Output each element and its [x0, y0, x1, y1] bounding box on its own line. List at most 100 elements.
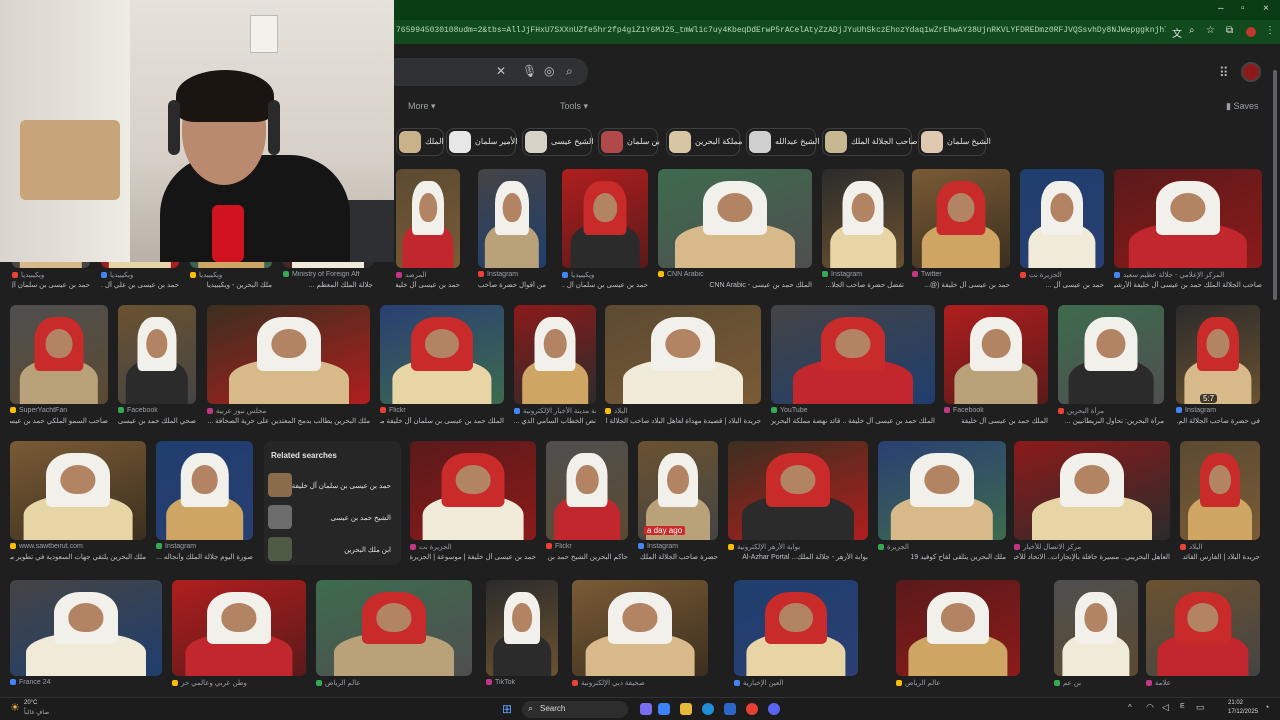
translate-icon[interactable]: 文 — [1172, 25, 1182, 40]
image-result[interactable] — [172, 580, 306, 676]
result-caption[interactable]: حاكم البحرين الشيخ حمد بن ... — [546, 553, 628, 561]
result-caption[interactable]: من أقوال حضرة صاحب ... — [478, 281, 546, 289]
image-result[interactable] — [1058, 305, 1164, 404]
search-icon[interactable]: ⌕ — [1189, 25, 1195, 36]
topic-chip[interactable]: مملكة البحرين — [666, 128, 742, 156]
image-result[interactable] — [728, 441, 868, 540]
image-result[interactable] — [478, 169, 546, 268]
image-result[interactable] — [822, 169, 904, 268]
edge-icon[interactable] — [702, 703, 714, 715]
menu-icon[interactable]: ⋮ — [1265, 25, 1275, 36]
result-source[interactable]: YouTube — [771, 407, 935, 414]
weather-temp[interactable]: 20°C — [24, 700, 37, 706]
image-result[interactable] — [10, 305, 108, 404]
result-caption[interactable]: حمد بن عيسى بن سلمان آل ... — [562, 281, 648, 289]
search-icon[interactable]: ⌕ — [566, 64, 573, 79]
topic-chip[interactable]: الأمير سلمان — [446, 128, 517, 156]
result-caption[interactable]: صحي الملك حمد بن عيسى ... — [118, 417, 196, 425]
image-result[interactable] — [734, 580, 858, 676]
image-result[interactable] — [10, 441, 146, 540]
volume-icon[interactable]: ◁ — [1162, 702, 1169, 713]
image-result[interactable] — [1114, 169, 1262, 268]
result-caption[interactable]: ملك البحرين يتلقى لقاح كوفيد 19 — [878, 553, 1007, 561]
result-caption[interactable]: ملك البحرين يلتقي جهات السعودية في تطوير… — [10, 553, 146, 561]
result-caption[interactable]: حمد بن عيسى بن علي آل ... — [101, 281, 179, 289]
image-result[interactable] — [410, 441, 536, 540]
result-source[interactable]: العين الإخبارية — [734, 679, 858, 687]
result-source[interactable]: ويكيبيديا — [190, 271, 272, 279]
topic-chip[interactable]: الشيخ عيسى — [522, 128, 594, 156]
result-caption[interactable]: صورة اليوم جلالة الملك وأنجاله ... — [156, 553, 253, 561]
result-source[interactable]: Instagram — [156, 543, 253, 550]
image-result[interactable] — [156, 441, 253, 540]
result-source[interactable]: بوابة الأزهر الإلكترونية — [728, 543, 868, 551]
clock-date[interactable]: 17/12/2025 — [1228, 709, 1258, 715]
result-caption[interactable]: ملك البحرين - ويكيبيديا — [190, 281, 272, 289]
topic-chip[interactable]: الشيخ عبدالله — [746, 128, 820, 156]
close-window-button[interactable]: × — [1263, 3, 1269, 14]
result-source[interactable]: Facebook — [944, 407, 1048, 414]
result-caption[interactable]: حمد بن عيسى آل خليفة - ال... — [396, 281, 460, 289]
result-caption[interactable]: جريدة البلاد | قصيدة مهداة لعاهل البلاد … — [605, 417, 761, 425]
file-explorer-icon[interactable] — [680, 703, 692, 715]
profile-avatar[interactable] — [1246, 27, 1256, 37]
result-caption[interactable]: الملك حمد بن عيسى بن سلمان آل خليفة ملك … — [380, 417, 504, 425]
battery-icon[interactable]: ▭ — [1196, 702, 1205, 713]
weather-desc[interactable]: صافٍ غالباً — [24, 709, 49, 716]
minimize-button[interactable]: – — [1218, 3, 1224, 14]
start-icon[interactable]: ⊞ — [502, 702, 512, 716]
tray-chevron-icon[interactable]: ^ — [1128, 703, 1132, 712]
result-source[interactable]: ويكيبيديا — [562, 271, 648, 279]
image-result[interactable] — [1020, 169, 1104, 268]
result-caption[interactable]: الملك حمد بن عيسى آل خليفة — [944, 417, 1048, 425]
result-source[interactable]: Instagram — [638, 543, 718, 550]
clock-time[interactable]: 21:02 — [1228, 700, 1243, 706]
result-source[interactable]: الجزيرة — [878, 543, 1006, 551]
extensions-icon[interactable]: ⧉ — [1226, 25, 1233, 36]
result-source[interactable]: وطن عربي وعالمي حر — [172, 679, 306, 687]
image-result[interactable] — [1176, 305, 1260, 404]
result-caption[interactable]: بوابة الأزهر - جلالة الملك... Al-Azhar P… — [728, 553, 868, 561]
result-source[interactable]: Instagram — [822, 271, 904, 278]
image-result[interactable] — [605, 305, 761, 404]
result-caption[interactable]: حمد بن عيسى آل ... — [1020, 281, 1104, 289]
result-source[interactable]: الجزيرة نت — [410, 543, 536, 551]
store-icon[interactable] — [724, 703, 736, 715]
result-source[interactable]: صحيفة مدينة الأخبار الإلكترونية — [514, 407, 596, 415]
notification-icon[interactable]: ◔ — [1264, 702, 1269, 712]
result-source[interactable]: مركز الاتصال للأخبار — [1014, 543, 1170, 551]
image-result[interactable] — [10, 580, 162, 676]
result-source[interactable]: Flickr — [546, 543, 628, 550]
image-result[interactable] — [944, 305, 1048, 404]
result-caption[interactable]: الملك حمد بن عيسى - CNN Arabic — [658, 281, 812, 289]
discord-icon[interactable] — [768, 703, 780, 715]
image-result[interactable] — [658, 169, 812, 268]
image-result[interactable] — [396, 169, 460, 268]
saves-button[interactable]: ▮ Saves — [1226, 101, 1258, 112]
result-source[interactable]: Twitter — [912, 271, 1010, 278]
url-text[interactable]: 7659945030108udm=2&tbs=AllJjFHxU7SXXnUZf… — [396, 26, 1166, 35]
result-caption[interactable]: صاحب السمو الملكي حمد بن عيسى ... — [10, 417, 108, 425]
image-result[interactable] — [896, 580, 1020, 676]
result-source[interactable]: Instagram — [1176, 407, 1260, 414]
image-result[interactable] — [316, 580, 472, 676]
apps-grid-icon[interactable]: ⠿ — [1219, 65, 1229, 81]
result-source[interactable]: صحيفة دبي الإلكترونية — [572, 679, 708, 687]
related-item[interactable]: ابن ملك البحرين — [268, 537, 397, 563]
result-source[interactable]: الجزيرة نت — [1020, 271, 1104, 279]
image-result[interactable] — [572, 580, 708, 676]
image-result[interactable] — [207, 305, 370, 404]
result-source[interactable]: مرآة البحرين — [1058, 407, 1164, 415]
result-source[interactable]: Facebook — [118, 407, 196, 414]
image-result[interactable] — [1014, 441, 1170, 540]
task-view-icon[interactable] — [640, 703, 652, 715]
image-result[interactable] — [380, 305, 504, 404]
language-indicator[interactable]: E — [1180, 703, 1185, 710]
result-source[interactable]: France 24 — [10, 679, 162, 686]
image-result[interactable] — [546, 441, 628, 540]
topic-chip[interactable]: الشيخ سلمان — [918, 128, 991, 156]
topic-chip[interactable]: صاحب الجلالة الملك — [822, 128, 917, 156]
close-icon[interactable]: ✕ — [496, 64, 506, 78]
star-icon[interactable]: ☆ — [1206, 25, 1215, 36]
result-caption[interactable]: حضرة صاحب الجلالة الملك ... — [638, 553, 718, 561]
